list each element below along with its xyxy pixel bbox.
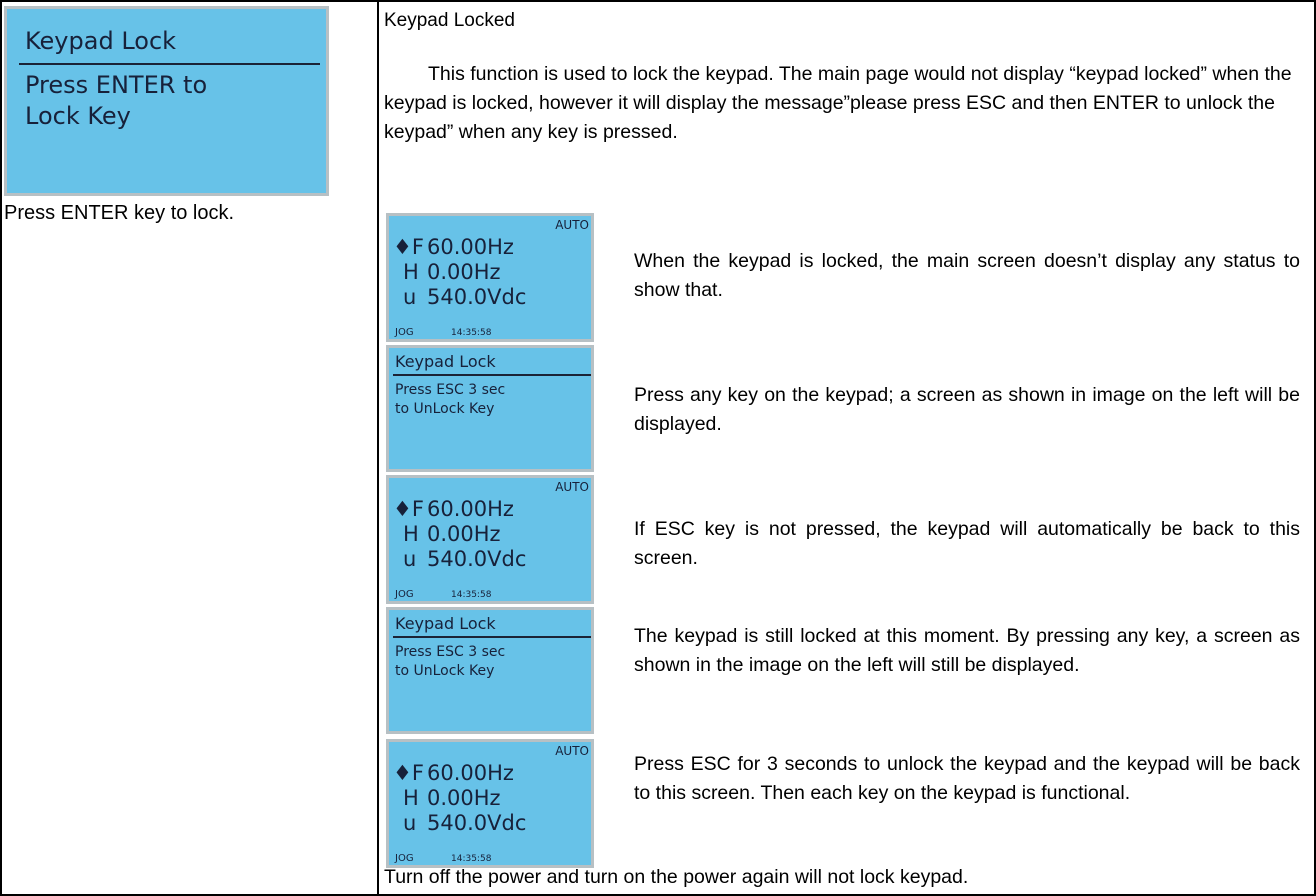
unlock-prompt-screen: Keypad Lock Press ESC 3 sec to UnLock Ke… (386, 607, 594, 734)
left-caption: Press ENTER key to lock. (4, 202, 235, 224)
voltage-row: u 540.0Vdc (393, 812, 526, 834)
output-label: H (403, 786, 419, 810)
screen-divider (393, 636, 591, 638)
output-row: H 0.00Hz (393, 787, 501, 809)
screen-divider (19, 63, 320, 65)
voltage-label: u (403, 547, 417, 571)
status-screen: AUTO ♦F 60.00Hz H 0.00Hz u 540.0Vdc JOG 14:… (386, 739, 594, 868)
screen-title: Keypad Lock (395, 352, 496, 371)
screen-line-1: Press ESC 3 sec (395, 382, 506, 398)
frequency-label: ♦F (393, 761, 424, 785)
screen-line-1: Press ENTER to (25, 71, 208, 99)
mode-label: AUTO (555, 744, 589, 758)
voltage-label: u (403, 811, 417, 835)
intro-paragraph: This function is used to lock the keypad… (384, 63, 1292, 143)
step-2-text: Press any key on the keypad; a screen as… (634, 384, 1300, 435)
mode-label: AUTO (555, 480, 589, 494)
clock-label: 14:35:58 (451, 854, 492, 864)
output-label: H (403, 260, 419, 284)
output-label: H (403, 522, 419, 546)
screen-line-2: to UnLock Key (395, 663, 495, 679)
keypad-lock-screen: Keypad Lock Press ENTER to Lock Key (4, 6, 329, 196)
screen-line-2: Lock Key (25, 102, 131, 130)
output-value: 0.00Hz (427, 260, 501, 284)
output-value: 0.00Hz (427, 522, 501, 546)
frequency-row: ♦F 60.00Hz (393, 762, 514, 784)
screen-title: Keypad Lock (25, 27, 177, 55)
voltage-row: u 540.0Vdc (393, 548, 526, 570)
step-1-text: When the keypad is locked, the main scre… (634, 250, 1300, 301)
step-3-text: If ESC key is not pressed, the keypad wi… (634, 518, 1300, 569)
step-4-text: The keypad is still locked at this momen… (634, 625, 1300, 676)
footer-note: Turn off the power and turn on the power… (384, 866, 969, 888)
output-value: 0.00Hz (427, 786, 501, 810)
status-screen: AUTO ♦F 60.00Hz H 0.00Hz u 540.0Vdc JOG 14:… (386, 213, 594, 342)
voltage-label: u (403, 285, 417, 309)
jog-label: JOG (395, 853, 414, 864)
output-row: H 0.00Hz (393, 261, 501, 283)
status-screen: AUTO ♦F 60.00Hz H 0.00Hz u 540.0Vdc JOG 14:… (386, 475, 594, 604)
frequency-label: ♦F (393, 235, 424, 259)
frequency-value: 60.00Hz (427, 761, 514, 785)
step-5-text: Press ESC for 3 seconds to unlock the ke… (634, 753, 1300, 804)
frequency-value: 60.00Hz (427, 497, 514, 521)
jog-label: JOG (395, 589, 414, 600)
voltage-value: 540.0Vdc (427, 547, 527, 571)
jog-label: JOG (395, 327, 414, 338)
voltage-row: u 540.0Vdc (393, 286, 526, 308)
frequency-label: ♦F (393, 497, 424, 521)
voltage-value: 540.0Vdc (427, 285, 527, 309)
clock-label: 14:35:58 (451, 590, 492, 600)
frequency-value: 60.00Hz (427, 235, 514, 259)
mode-label: AUTO (555, 218, 589, 232)
screen-line-1: Press ESC 3 sec (395, 644, 506, 660)
unlock-prompt-screen: Keypad Lock Press ESC 3 sec to UnLock Ke… (386, 345, 594, 472)
voltage-value: 540.0Vdc (427, 811, 527, 835)
screen-line-2: to UnLock Key (395, 401, 495, 417)
frequency-row: ♦F 60.00Hz (393, 236, 514, 258)
clock-label: 14:35:58 (451, 328, 492, 338)
section-heading: Keypad Locked (384, 10, 515, 31)
frequency-row: ♦F 60.00Hz (393, 498, 514, 520)
screen-divider (393, 374, 591, 376)
output-row: H 0.00Hz (393, 523, 501, 545)
screen-title: Keypad Lock (395, 614, 496, 633)
